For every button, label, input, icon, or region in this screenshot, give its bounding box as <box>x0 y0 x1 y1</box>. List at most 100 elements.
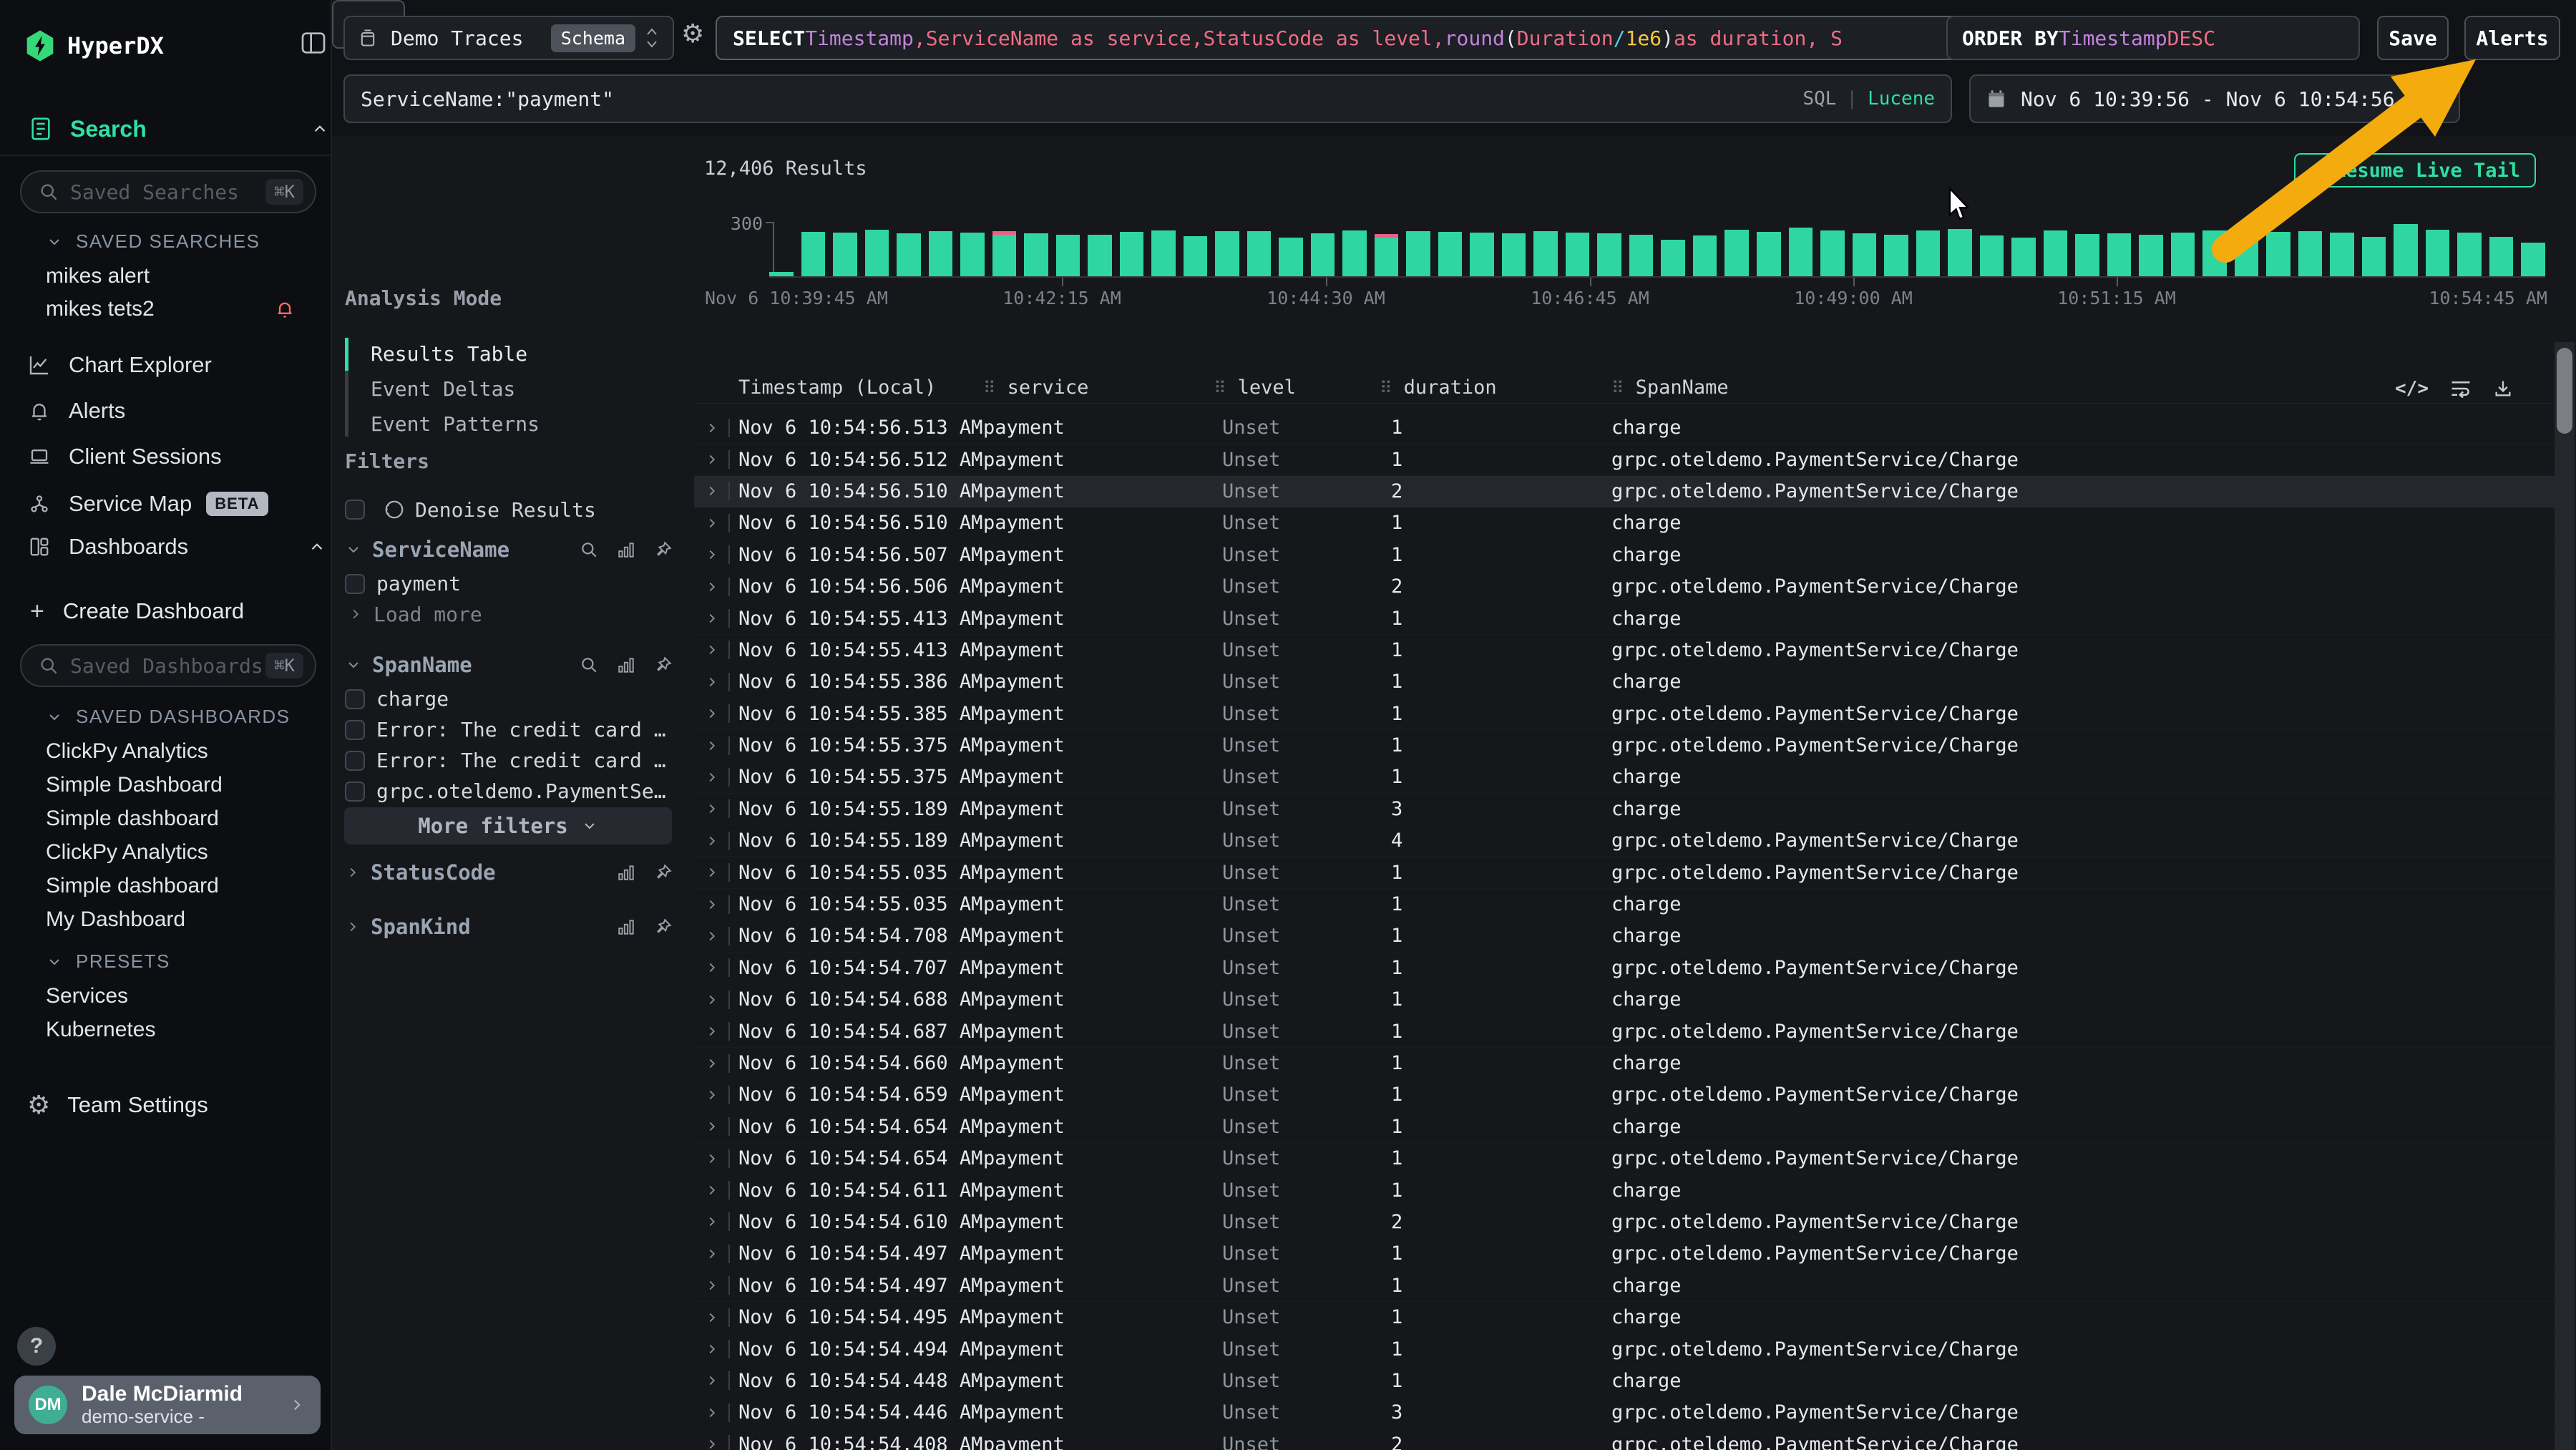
histogram-bar[interactable] <box>2489 237 2514 276</box>
saved-searches-input[interactable]: Saved Searches ⌘K <box>20 170 316 213</box>
row-expand-icon[interactable] <box>704 1022 738 1041</box>
filter-checkbox[interactable] <box>345 689 365 709</box>
histogram-bar[interactable] <box>1375 234 1399 276</box>
histogram-bar[interactable] <box>2107 233 2132 276</box>
table-row[interactable]: Nov 6 10:54:54.707 AMpaymentUnset1grpc.o… <box>694 953 2555 984</box>
histogram-bar[interactable] <box>1757 232 1781 276</box>
histogram-bar[interactable] <box>1597 233 1621 276</box>
column-service[interactable]: service <box>983 376 1214 399</box>
table-row[interactable]: Nov 6 10:54:55.375 AMpaymentUnset1grpc.o… <box>694 730 2555 762</box>
bar-chart-icon[interactable] <box>617 918 635 936</box>
filter-checkbox[interactable] <box>345 782 365 802</box>
histogram-bar[interactable] <box>992 231 1017 276</box>
pin-icon[interactable] <box>654 540 673 559</box>
histogram-bar[interactable] <box>1948 229 1972 276</box>
histogram-bar[interactable] <box>1311 233 1335 276</box>
histogram-bar[interactable] <box>1661 240 1685 276</box>
table-row[interactable]: Nov 6 10:54:55.035 AMpaymentUnset1grpc.o… <box>694 857 2555 888</box>
load-more-button[interactable]: Load more <box>345 599 673 629</box>
lucene-mode-toggle[interactable]: Lucene <box>1868 88 1935 110</box>
table-row[interactable]: Nov 6 10:54:56.513 AMpaymentUnset1charge <box>694 412 2555 444</box>
histogram-bar[interactable] <box>1853 233 1877 276</box>
help-button[interactable]: ? <box>17 1327 56 1366</box>
histogram-bar[interactable] <box>2457 233 2482 276</box>
histogram-bar[interactable] <box>1916 230 1941 276</box>
table-row[interactable]: Nov 6 10:54:55.413 AMpaymentUnset1charge <box>694 603 2555 634</box>
histogram-bar[interactable] <box>1342 230 1367 276</box>
histogram-bar[interactable] <box>960 233 985 276</box>
histogram-bar[interactable] <box>1151 230 1176 276</box>
pin-icon[interactable] <box>654 918 673 936</box>
scrollbar-track[interactable] <box>2555 342 2575 1450</box>
row-expand-icon[interactable] <box>704 895 738 914</box>
histogram-bar[interactable] <box>2139 235 2163 276</box>
table-row[interactable]: Nov 6 10:54:55.375 AMpaymentUnset1charge <box>694 762 2555 793</box>
column-spanname[interactable]: SpanName <box>1611 376 2555 399</box>
table-row[interactable]: Nov 6 10:54:56.512 AMpaymentUnset1grpc.o… <box>694 444 2555 475</box>
table-row[interactable]: Nov 6 10:54:56.510 AMpaymentUnset1charge <box>694 507 2555 539</box>
preset-item[interactable]: Services <box>46 982 318 1011</box>
histogram-bar[interactable] <box>1629 235 1654 276</box>
saved-searches-section[interactable]: SAVED SEARCHES <box>46 230 260 253</box>
filter-value-row[interactable]: Error: The credit card … <box>345 745 673 776</box>
search-query-input[interactable]: ServiceName:"payment" SQL | Lucene <box>343 74 1952 123</box>
histogram-bar[interactable] <box>1024 233 1048 276</box>
histogram-bar[interactable] <box>1693 235 1717 276</box>
pin-icon[interactable] <box>654 863 673 882</box>
more-filters-button[interactable]: More filters <box>344 807 672 845</box>
histogram-bar[interactable] <box>1980 235 2004 276</box>
table-row[interactable]: Nov 6 10:54:55.189 AMpaymentUnset4grpc.o… <box>694 825 2555 857</box>
table-row[interactable]: Nov 6 10:54:54.448 AMpaymentUnset1charge <box>694 1366 2555 1397</box>
row-expand-icon[interactable] <box>704 1371 738 1390</box>
schema-badge[interactable]: Schema <box>551 24 635 52</box>
filter-value-row[interactable]: Error: The credit card … <box>345 714 673 745</box>
row-expand-icon[interactable] <box>704 673 738 691</box>
pin-icon[interactable] <box>654 656 673 674</box>
search-icon[interactable] <box>580 540 598 559</box>
search-icon[interactable] <box>580 656 598 674</box>
filter-checkbox[interactable] <box>345 751 365 771</box>
row-expand-icon[interactable] <box>704 1149 738 1168</box>
row-expand-icon[interactable] <box>704 1054 738 1073</box>
table-row[interactable]: Nov 6 10:54:54.611 AMpaymentUnset1charge <box>694 1174 2555 1206</box>
table-row[interactable]: Nov 6 10:54:54.446 AMpaymentUnset3grpc.o… <box>694 1397 2555 1429</box>
histogram-bar[interactable] <box>2298 231 2323 276</box>
table-row[interactable]: Nov 6 10:54:54.688 AMpaymentUnset1charge <box>694 984 2555 1016</box>
histogram-bar[interactable] <box>1406 231 1430 276</box>
histogram-bar[interactable] <box>2171 233 2195 276</box>
mode-event-deltas[interactable]: Event Deltas <box>371 374 515 403</box>
table-row[interactable]: Nov 6 10:54:54.654 AMpaymentUnset1charge <box>694 1111 2555 1143</box>
table-row[interactable]: Nov 6 10:54:56.506 AMpaymentUnset2grpc.o… <box>694 571 2555 603</box>
histogram-bar[interactable] <box>2075 234 2099 276</box>
histogram-bar[interactable] <box>2394 224 2418 276</box>
histogram-bar[interactable] <box>1533 231 1558 276</box>
sidebar-item-alerts[interactable]: Alerts <box>0 395 358 427</box>
table-row[interactable]: Nov 6 10:54:54.687 AMpaymentUnset1grpc.o… <box>694 1016 2555 1047</box>
table-row[interactable]: Nov 6 10:54:55.385 AMpaymentUnset1grpc.o… <box>694 699 2555 730</box>
mode-results-table[interactable]: Results Table <box>371 339 527 368</box>
saved-dashboard-item[interactable]: Simple dashboard <box>46 872 318 900</box>
histogram-bar[interactable] <box>929 231 953 276</box>
histogram-bar[interactable] <box>1215 231 1239 276</box>
saved-dashboard-item[interactable]: Simple dashboard <box>46 804 318 833</box>
create-dashboard-button[interactable]: + Create Dashboard <box>0 595 361 627</box>
histogram-bar[interactable] <box>1502 233 1526 276</box>
presets-section[interactable]: PRESETS <box>46 950 170 973</box>
user-card[interactable]: DM Dale McDiarmid demo-service - <box>14 1376 321 1434</box>
histogram-bar[interactable] <box>2044 230 2068 276</box>
histogram-bar[interactable] <box>833 233 857 276</box>
column-timestamp[interactable]: Timestamp (Local) <box>738 376 983 399</box>
histogram-bar[interactable] <box>801 232 826 276</box>
table-row[interactable]: Nov 6 10:54:54.659 AMpaymentUnset1grpc.o… <box>694 1079 2555 1111</box>
table-row[interactable]: Nov 6 10:54:55.413 AMpaymentUnset1grpc.o… <box>694 635 2555 666</box>
table-row[interactable]: Nov 6 10:54:55.189 AMpaymentUnset3charge <box>694 794 2555 825</box>
saved-dashboard-item[interactable]: Simple Dashboard <box>46 771 318 799</box>
saved-dashboard-item[interactable]: ClickPy Analytics <box>46 737 318 766</box>
row-expand-icon[interactable] <box>704 768 738 787</box>
chevron-up-icon[interactable] <box>311 120 329 138</box>
row-expand-icon[interactable] <box>704 1435 738 1450</box>
denoise-results-row[interactable]: Denoise Results <box>345 494 596 525</box>
row-expand-icon[interactable] <box>704 609 738 628</box>
row-expand-icon[interactable] <box>704 832 738 850</box>
row-expand-icon[interactable] <box>704 1276 738 1295</box>
